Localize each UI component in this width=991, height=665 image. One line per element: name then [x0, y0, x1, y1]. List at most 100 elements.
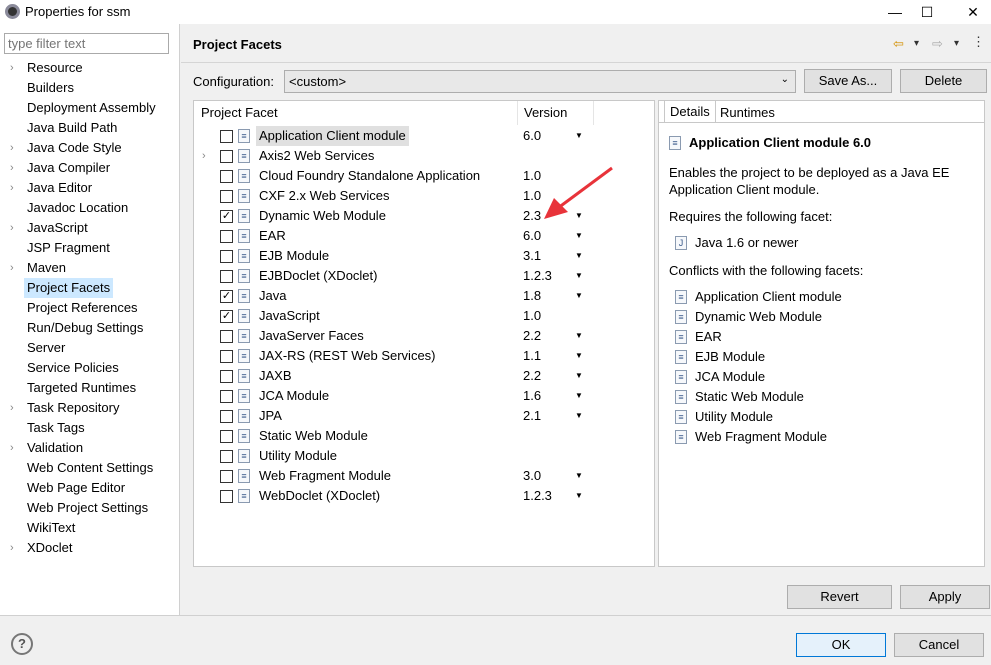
- sidebar-item[interactable]: › Java Code Style: [10, 138, 122, 158]
- sidebar-item[interactable]: Web Content Settings: [27, 458, 153, 478]
- table-row[interactable]: ≡ EJBDoclet (XDoclet) 1.2.3 ▼: [194, 266, 654, 286]
- facet-checkbox[interactable]: [220, 490, 233, 503]
- facet-checkbox[interactable]: [220, 170, 233, 183]
- expand-icon[interactable]: ›: [10, 218, 14, 238]
- sidebar-item[interactable]: Server: [27, 338, 65, 358]
- expand-icon[interactable]: ›: [202, 146, 206, 166]
- table-row[interactable]: ≡ JAXB 2.2 ▼: [194, 366, 654, 386]
- version-dropdown-icon[interactable]: ▼: [575, 326, 583, 346]
- facet-version[interactable]: 1.2.3: [523, 266, 552, 286]
- expand-icon[interactable]: ›: [10, 258, 14, 278]
- version-dropdown-icon[interactable]: ▼: [575, 126, 583, 146]
- revert-button[interactable]: Revert: [787, 585, 892, 609]
- delete-button[interactable]: Delete: [900, 69, 987, 93]
- column-header-version[interactable]: Version: [524, 105, 567, 125]
- sidebar-item[interactable]: Javadoc Location: [27, 198, 128, 218]
- configuration-select[interactable]: <custom> ⌄: [284, 70, 796, 93]
- facet-checkbox[interactable]: [220, 390, 233, 403]
- sidebar-item[interactable]: Java Build Path: [27, 118, 117, 138]
- sidebar-item[interactable]: Targeted Runtimes: [27, 378, 136, 398]
- table-row[interactable]: ≡ Utility Module: [194, 446, 654, 466]
- sidebar-item[interactable]: WikiText: [27, 518, 75, 538]
- facet-version[interactable]: 1.8: [523, 286, 541, 306]
- table-row[interactable]: ✓ ≡ JavaScript 1.0: [194, 306, 654, 326]
- facet-checkbox[interactable]: [220, 470, 233, 483]
- sidebar-item[interactable]: Project Facets: [24, 278, 114, 298]
- facet-version[interactable]: 1.1: [523, 346, 541, 366]
- expand-icon[interactable]: ›: [10, 138, 14, 158]
- facet-version[interactable]: 1.2.3: [523, 486, 552, 506]
- version-dropdown-icon[interactable]: ▼: [575, 386, 583, 406]
- apply-button[interactable]: Apply: [900, 585, 990, 609]
- forward-icon[interactable]: ⇨: [932, 36, 943, 52]
- version-dropdown-icon[interactable]: ▼: [575, 366, 583, 386]
- sidebar-item[interactable]: › Maven: [10, 258, 66, 278]
- ok-button[interactable]: OK: [796, 633, 886, 657]
- close-button[interactable]: ✕: [958, 2, 988, 22]
- facet-version[interactable]: 3.0: [523, 466, 541, 486]
- filter-input[interactable]: [4, 33, 169, 54]
- facet-checkbox[interactable]: [220, 450, 233, 463]
- sidebar-item[interactable]: › Resource: [10, 58, 83, 78]
- facet-version[interactable]: 2.2: [523, 326, 541, 346]
- table-row[interactable]: ≡ JPA 2.1 ▼: [194, 406, 654, 426]
- facet-checkbox[interactable]: [220, 350, 233, 363]
- help-icon[interactable]: ?: [11, 633, 33, 655]
- view-menu-icon[interactable]: ⋮: [972, 34, 985, 50]
- back-icon[interactable]: ⇦: [893, 36, 904, 52]
- expand-icon[interactable]: ›: [10, 58, 14, 78]
- expand-icon[interactable]: ›: [10, 438, 14, 458]
- table-row[interactable]: ≡ JCA Module 1.6 ▼: [194, 386, 654, 406]
- sidebar-item[interactable]: Deployment Assembly: [27, 98, 156, 118]
- version-dropdown-icon[interactable]: ▼: [575, 246, 583, 266]
- sidebar-item[interactable]: › XDoclet: [10, 538, 73, 558]
- sidebar-item[interactable]: Web Project Settings: [27, 498, 148, 518]
- facet-checkbox[interactable]: [220, 270, 233, 283]
- expand-icon[interactable]: ›: [10, 398, 14, 418]
- facet-checkbox[interactable]: ✓: [220, 290, 233, 303]
- sidebar-item[interactable]: Builders: [27, 78, 74, 98]
- sidebar-item[interactable]: › JavaScript: [10, 218, 88, 238]
- table-row[interactable]: ≡ EJB Module 3.1 ▼: [194, 246, 654, 266]
- version-dropdown-icon[interactable]: ▼: [575, 346, 583, 366]
- expand-icon[interactable]: ›: [10, 178, 14, 198]
- table-row[interactable]: ≡ Application Client module 6.0 ▼: [194, 126, 654, 146]
- column-divider[interactable]: [593, 101, 594, 125]
- facet-checkbox[interactable]: [220, 130, 233, 143]
- column-header-facet[interactable]: Project Facet: [201, 105, 278, 125]
- column-divider[interactable]: [517, 101, 518, 125]
- sidebar-item[interactable]: Task Tags: [27, 418, 85, 438]
- facet-checkbox[interactable]: ✓: [220, 310, 233, 323]
- cancel-button[interactable]: Cancel: [894, 633, 984, 657]
- facet-version[interactable]: 2.2: [523, 366, 541, 386]
- minimize-button[interactable]: —: [880, 2, 910, 22]
- version-dropdown-icon[interactable]: ▼: [575, 486, 583, 506]
- table-row[interactable]: ✓ ≡ Java 1.8 ▼: [194, 286, 654, 306]
- table-row[interactable]: ≡ Web Fragment Module 3.0 ▼: [194, 466, 654, 486]
- sidebar-item[interactable]: › Task Repository: [10, 398, 119, 418]
- table-row[interactable]: ≡ JAX-RS (REST Web Services) 1.1 ▼: [194, 346, 654, 366]
- facet-checkbox[interactable]: [220, 250, 233, 263]
- save-as-button[interactable]: Save As...: [804, 69, 892, 93]
- sidebar-item[interactable]: Run/Debug Settings: [27, 318, 143, 338]
- tab-details[interactable]: Details: [664, 100, 716, 122]
- sidebar-item[interactable]: › Java Editor: [10, 178, 92, 198]
- sidebar-item[interactable]: Web Page Editor: [27, 478, 125, 498]
- tab-runtimes[interactable]: Runtimes: [715, 102, 780, 124]
- facet-checkbox[interactable]: [220, 190, 233, 203]
- sidebar-item[interactable]: Project References: [27, 298, 138, 318]
- facet-checkbox[interactable]: [220, 430, 233, 443]
- facet-checkbox[interactable]: ✓: [220, 210, 233, 223]
- sidebar-item[interactable]: › Java Compiler: [10, 158, 110, 178]
- forward-menu-icon[interactable]: ▾: [954, 38, 959, 49]
- maximize-button[interactable]: ☐: [912, 2, 942, 22]
- expand-icon[interactable]: ›: [10, 158, 14, 178]
- facet-checkbox[interactable]: [220, 370, 233, 383]
- expand-icon[interactable]: ›: [10, 538, 14, 558]
- facet-version[interactable]: 3.1: [523, 246, 541, 266]
- facet-checkbox[interactable]: [220, 150, 233, 163]
- sidebar-item[interactable]: JSP Fragment: [27, 238, 110, 258]
- facet-checkbox[interactable]: [220, 410, 233, 423]
- table-row[interactable]: ≡ Static Web Module: [194, 426, 654, 446]
- facet-version[interactable]: 1.0: [523, 306, 541, 326]
